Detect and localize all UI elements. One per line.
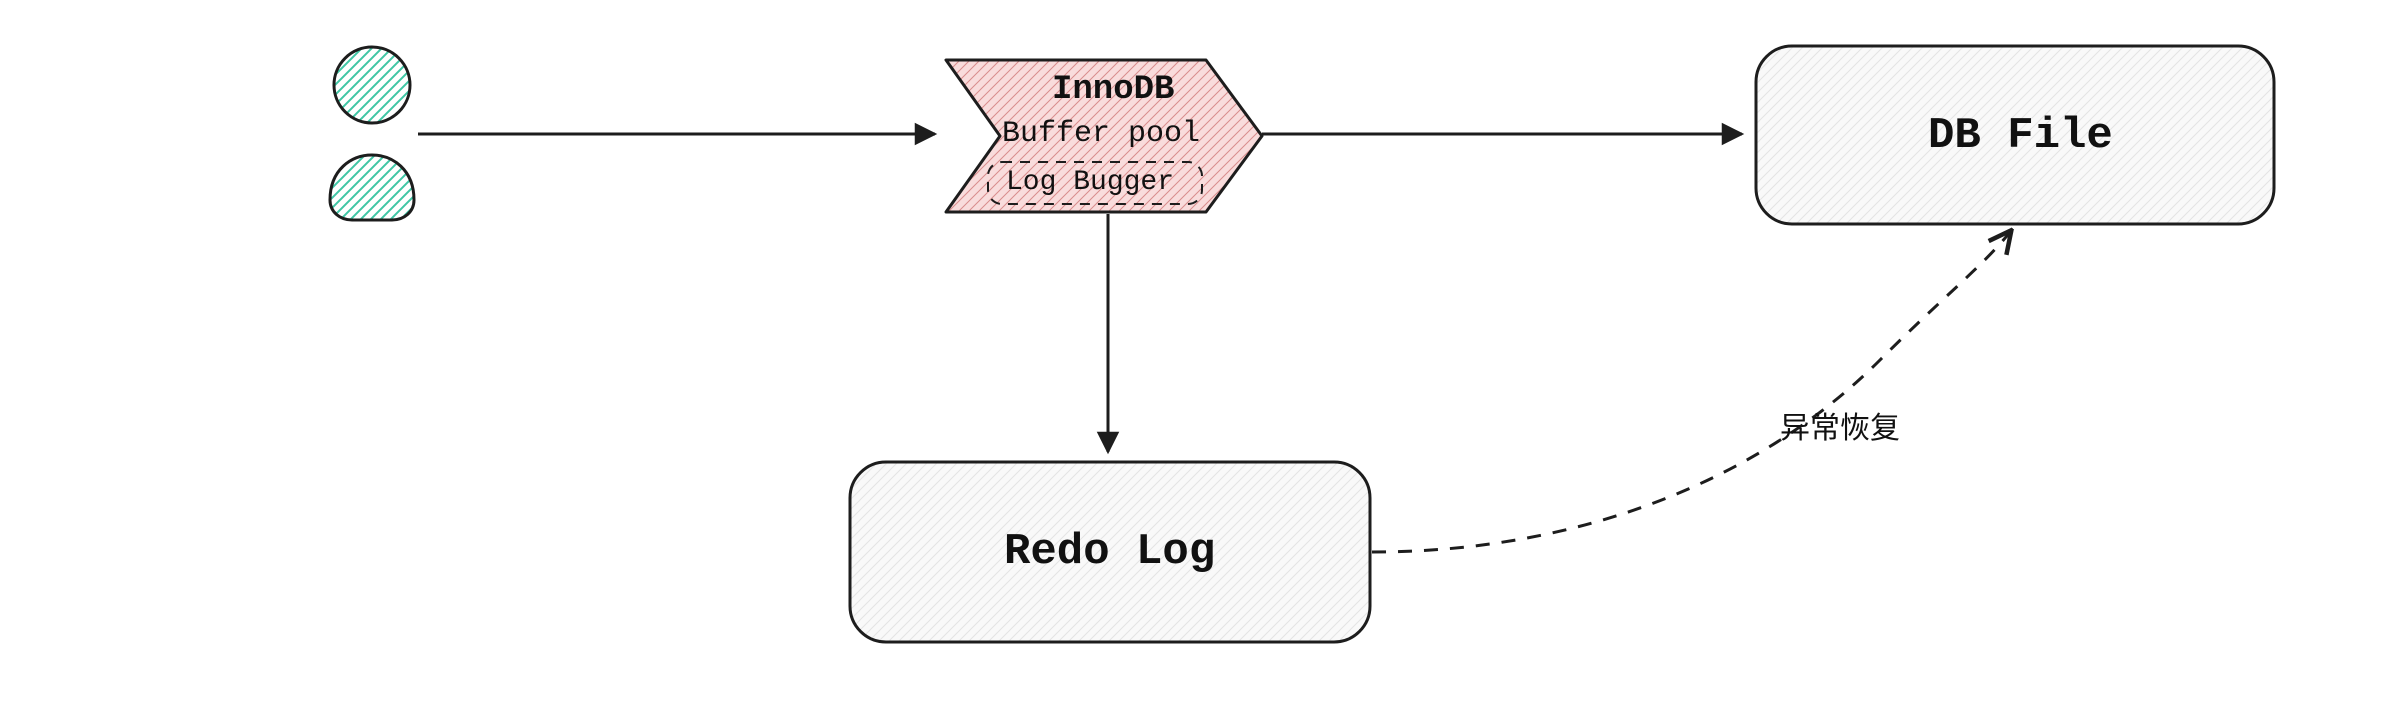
redolog-label: Redo Log bbox=[1004, 528, 1215, 576]
recovery-edge-label: 异常恢复 bbox=[1780, 412, 1900, 445]
dbfile-label: DB File bbox=[1928, 112, 2113, 160]
diagram-canvas bbox=[0, 0, 2400, 702]
innodb-title: InnoDB bbox=[1052, 72, 1174, 109]
edge-redolog-to-dbfile bbox=[1372, 232, 2010, 552]
innodb-bufferpool-label: Buffer pool bbox=[1002, 118, 1200, 151]
innodb-logbugger-label: Log Bugger bbox=[1006, 168, 1174, 199]
user-icon bbox=[330, 47, 414, 220]
